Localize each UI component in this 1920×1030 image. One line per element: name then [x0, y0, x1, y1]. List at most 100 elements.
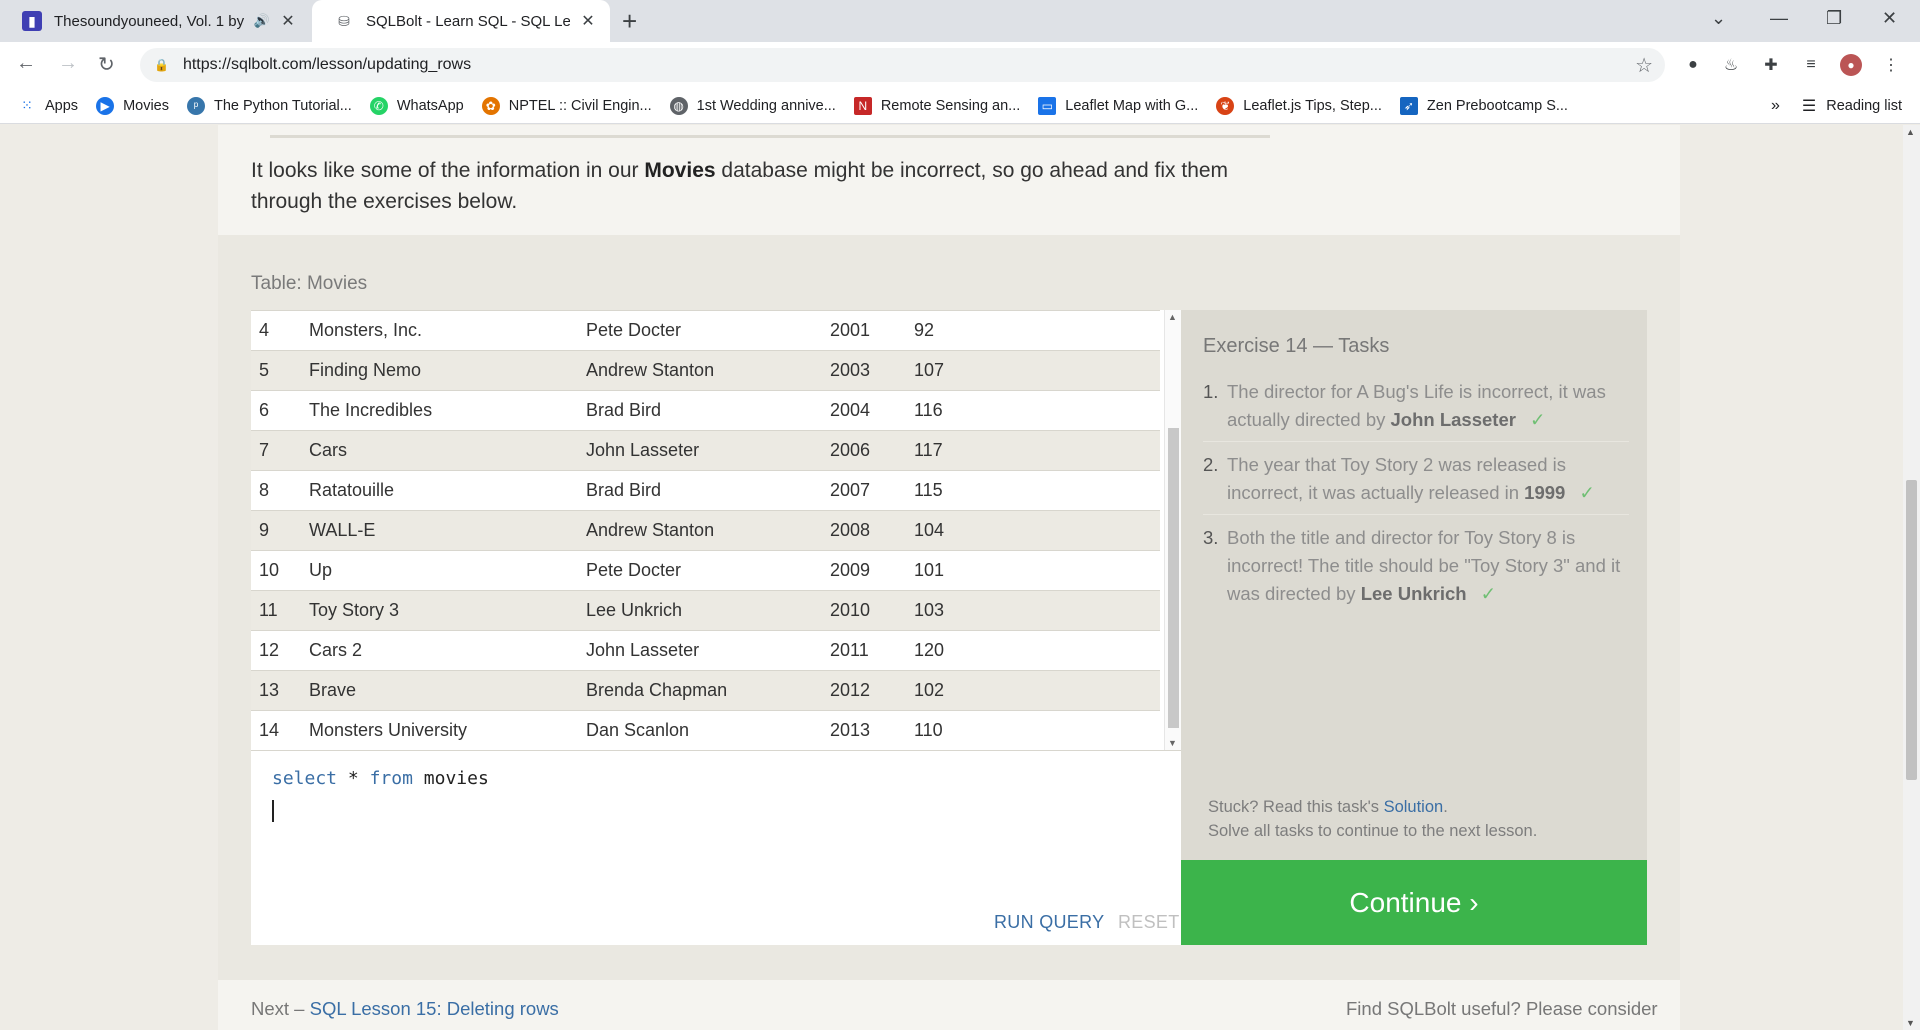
task-item: 3. Both the title and director for Toy St…: [1203, 524, 1629, 615]
bookmark-whatsapp[interactable]: ✆ WhatsApp: [369, 96, 464, 115]
tab-search-icon[interactable]: ⌄: [1711, 8, 1726, 29]
continue-button[interactable]: Continue ›: [1181, 860, 1647, 945]
python-icon: ᵖ: [187, 96, 205, 115]
cell-length: 115: [906, 470, 1160, 511]
reset-button[interactable]: RESET: [1118, 912, 1180, 933]
cell-year: 2012: [822, 670, 906, 711]
close-tab-icon[interactable]: ✕: [578, 11, 598, 31]
lock-icon[interactable]: 🔒: [154, 58, 169, 72]
bookmark-label: 1st Wedding annive...: [696, 97, 836, 114]
solve-all-text: Solve all tasks to continue to the next …: [1208, 822, 1538, 840]
extension-flame-icon[interactable]: ♨: [1720, 54, 1742, 76]
bookmark-leaflet-map[interactable]: ▭ Leaflet Map with G...: [1038, 96, 1198, 115]
task-text: The year that Toy Story 2 was released i…: [1227, 454, 1566, 503]
cell-year: 2010: [822, 590, 906, 631]
table-row: 14 Monsters University Dan Scanlon 2013 110: [251, 710, 1160, 750]
close-window-icon[interactable]: ✕: [1882, 8, 1897, 29]
cell-director: Brad Bird: [578, 390, 822, 431]
browser-toolbar: ← → ↻ 🔒 https://sqlbolt.com/lesson/updat…: [0, 42, 1920, 88]
bookmark-python[interactable]: ᵖ The Python Tutorial...: [187, 96, 352, 115]
minimize-icon[interactable]: —: [1770, 8, 1788, 29]
cell-length: 101: [906, 550, 1160, 591]
cell-id: 14: [251, 710, 301, 750]
check-icon: ✓: [1480, 583, 1497, 604]
scroll-down-icon[interactable]: ▼: [1168, 738, 1177, 748]
extensions-puzzle-icon[interactable]: ✚: [1760, 54, 1782, 76]
bookmark-apps[interactable]: ⁙ Apps: [18, 97, 78, 115]
next-lesson-link[interactable]: SQL Lesson 15: Deleting rows: [310, 998, 559, 1019]
reload-icon[interactable]: ↻: [98, 52, 115, 77]
bookmarks-overflow-icon[interactable]: »: [1771, 97, 1780, 115]
scroll-down-icon[interactable]: ▼: [1906, 1018, 1915, 1028]
query-keyword: select: [272, 768, 338, 789]
url-text[interactable]: https://sqlbolt.com/lesson/updating_rows: [183, 56, 471, 74]
stuck-text: .: [1443, 798, 1448, 816]
table-row: 13 Brave Brenda Chapman 2012 102: [251, 670, 1160, 711]
page-scrollbar-thumb[interactable]: [1906, 480, 1917, 780]
bookmark-leaflet-tips[interactable]: ❦ Leaflet.js Tips, Step...: [1216, 96, 1382, 115]
new-tab-icon[interactable]: +: [622, 6, 637, 37]
bookmarks-bar: ⁙ Apps ▶ Movies ᵖ The Python Tutorial...…: [0, 88, 1920, 124]
cell-length: 116: [906, 390, 1160, 431]
leaflet-icon: ❦: [1216, 96, 1235, 115]
globe-icon: ◍: [669, 96, 688, 115]
bookmark-nptel[interactable]: ✿ NPTEL :: Civil Engin...: [481, 96, 652, 115]
cell-title: Cars: [301, 430, 578, 471]
tab-sqlbolt[interactable]: ⛁ SQLBolt - Learn SQL - SQL Lesso ✕: [312, 0, 610, 42]
scroll-up-icon[interactable]: ▲: [1168, 312, 1177, 322]
forward-icon[interactable]: →: [58, 52, 78, 75]
cell-title: Up: [301, 550, 578, 591]
table-row: 7 Cars John Lasseter 2006 117: [251, 430, 1160, 471]
next-prefix: Next –: [251, 998, 310, 1019]
cell-year: 2007: [822, 470, 906, 511]
cell-id: 9: [251, 510, 301, 551]
table-scrollbar[interactable]: ▲ ▼: [1164, 310, 1181, 750]
query-editor[interactable]: select * from movies RUN QUERY RESET: [251, 750, 1181, 945]
reading-list-icon[interactable]: ☰: [1802, 96, 1816, 116]
cell-title: Brave: [301, 670, 578, 711]
media-control-icon[interactable]: ≡: [1800, 54, 1822, 76]
query-keyword: from: [369, 768, 413, 789]
cell-year: 2006: [822, 430, 906, 471]
next-lesson: Next – SQL Lesson 15: Deleting rows: [251, 998, 559, 1020]
cell-id: 8: [251, 470, 301, 511]
jira-icon: ➶: [1399, 96, 1418, 115]
query-code[interactable]: select * from movies: [272, 768, 489, 789]
page-scrollbar[interactable]: ▲ ▼: [1903, 125, 1920, 1030]
scroll-up-icon[interactable]: ▲: [1906, 127, 1915, 137]
speaker-icon[interactable]: 🔊: [254, 13, 270, 29]
bookmark-zen[interactable]: ➶ Zen Prebootcamp S...: [1399, 96, 1568, 115]
close-tab-icon[interactable]: ✕: [278, 11, 298, 31]
bookmark-label: NPTEL :: Civil Engin...: [508, 97, 652, 114]
tab-bandcamp[interactable]: ▮ Thesoundyouneed, Vol. 1 by 🔊 ✕: [0, 0, 310, 42]
address-bar[interactable]: 🔒 https://sqlbolt.com/lesson/updating_ro…: [140, 48, 1665, 82]
solution-link[interactable]: Solution: [1384, 798, 1444, 816]
tasks-panel: Exercise 14 — Tasks 1. The director for A…: [1181, 310, 1647, 945]
cell-length: 110: [906, 710, 1160, 750]
bookmark-movies[interactable]: ▶ Movies: [96, 96, 169, 115]
avatar[interactable]: ●: [1840, 54, 1862, 76]
extension-circle-icon[interactable]: ●: [1682, 54, 1704, 76]
bookmark-star-icon[interactable]: ☆: [1635, 53, 1653, 78]
table-scrollbar-thumb[interactable]: [1168, 428, 1179, 728]
bookmark-remote-sensing[interactable]: N Remote Sensing an...: [853, 96, 1020, 115]
cell-title: Monsters, Inc.: [301, 310, 578, 351]
book-icon: ▭: [1038, 96, 1057, 115]
task-item: 1. The director for A Bug's Life is incor…: [1203, 378, 1629, 442]
back-icon[interactable]: ←: [16, 52, 36, 75]
menu-kebab-icon[interactable]: ⋮: [1880, 54, 1902, 76]
reading-list-button[interactable]: Reading list: [1826, 98, 1902, 114]
query-table: movies: [423, 768, 489, 789]
cell-length: 103: [906, 590, 1160, 631]
restore-icon[interactable]: ❐: [1826, 8, 1842, 29]
cell-director: Lee Unkrich: [578, 590, 822, 631]
results-table-container[interactable]: 4 Monsters, Inc. Pete Docter 2001 92 5 Finding…: [251, 310, 1181, 750]
run-query-button[interactable]: RUN QUERY: [994, 912, 1104, 933]
stuck-text: Stuck? Read this task's: [1208, 798, 1384, 816]
cell-director: John Lasseter: [578, 630, 822, 671]
apps-grid-icon: ⁙: [21, 97, 33, 113]
bookmark-label: The Python Tutorial...: [214, 97, 352, 114]
bookmark-label: WhatsApp: [396, 97, 464, 114]
cell-id: 13: [251, 670, 301, 711]
bookmark-wedding[interactable]: ◍ 1st Wedding annive...: [669, 96, 836, 115]
